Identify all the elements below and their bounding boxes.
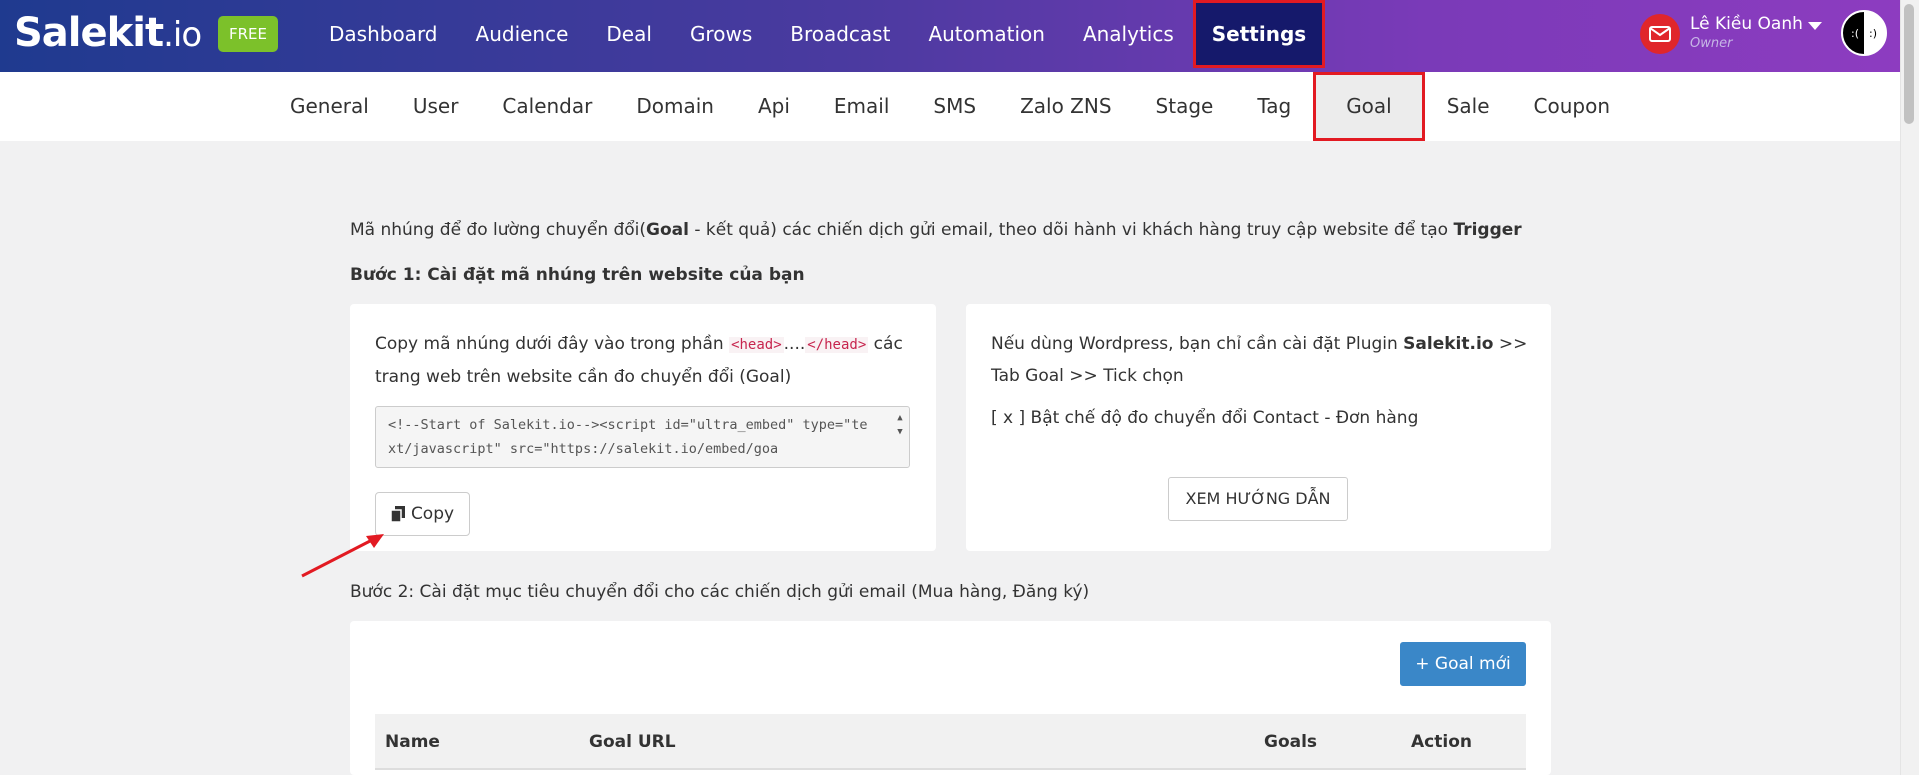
plus-icon: + <box>1415 654 1430 674</box>
user-role: Owner <box>1690 36 1733 51</box>
tab-tag[interactable]: Tag <box>1235 72 1313 141</box>
intro-trigger: Trigger <box>1453 220 1522 240</box>
top-navbar: Salekit.io FREE Dashboard Audience Deal … <box>0 0 1900 72</box>
view-guide-button[interactable]: XEM HƯỚNG DẪN <box>1168 477 1348 521</box>
tab-sms[interactable]: SMS <box>911 72 998 141</box>
tab-domain[interactable]: Domain <box>614 72 736 141</box>
col-goals: Goals <box>1264 732 1318 752</box>
nav-automation[interactable]: Automation <box>909 0 1063 72</box>
textarea-scroll-arrows[interactable]: ▲ ▼ <box>894 411 906 461</box>
goals-card: + Goal mới Name Goal URL Goals Action <box>350 621 1551 775</box>
goal-intro: Mã nhúng để đo lường chuyển đổi(Goal - k… <box>350 220 1522 240</box>
nav-deal[interactable]: Deal <box>587 0 671 72</box>
col-name: Name <box>385 732 440 752</box>
tab-stage[interactable]: Stage <box>1134 72 1236 141</box>
nav-dashboard[interactable]: Dashboard <box>310 0 457 72</box>
wp-plugin-name: Salekit.io <box>1403 334 1494 354</box>
avatar-right-face: :) <box>1869 26 1877 40</box>
intro-text-1: Mã nhúng để đo lường chuyển đổi( <box>350 220 647 240</box>
tab-email[interactable]: Email <box>812 72 912 141</box>
nav-settings[interactable]: Settings <box>1192 0 1326 68</box>
head-close-tag: </head> <box>805 337 869 353</box>
wordpress-card: Nếu dùng Wordpress, bạn chỉ cần cài đặt … <box>966 304 1551 551</box>
tab-sale[interactable]: Sale <box>1425 72 1512 141</box>
tab-zalo-zns[interactable]: Zalo ZNS <box>998 72 1133 141</box>
copy-button[interactable]: Copy <box>375 492 470 536</box>
new-goal-button[interactable]: + Goal mới <box>1400 642 1526 686</box>
avatar[interactable]: :( :) <box>1841 10 1887 56</box>
head-open-tag: <head> <box>729 337 784 353</box>
embed-code-textarea[interactable]: <!--Start of Salekit.io--><script id="ul… <box>375 406 910 468</box>
tab-goal[interactable]: Goal <box>1313 72 1425 141</box>
step1-heading: Bước 1: Cài đặt mã nhúng trên website củ… <box>350 265 805 285</box>
copy-label: Copy <box>410 504 455 524</box>
tab-api[interactable]: Api <box>736 72 812 141</box>
step2-heading: Bước 2: Cài đặt mục tiêu chuyển đổi cho … <box>350 582 1090 602</box>
embed-text-before: Copy mã nhúng dưới đây vào trong phần <box>375 334 730 354</box>
tab-coupon[interactable]: Coupon <box>1512 72 1632 141</box>
avatar-left-face: :( <box>1851 26 1859 40</box>
scrollbar-thumb[interactable] <box>1904 4 1914 124</box>
nav-audience[interactable]: Audience <box>457 0 588 72</box>
intro-goal: Goal <box>646 220 689 240</box>
annotation-arrow <box>301 534 384 578</box>
logo-suffix: .io <box>163 15 202 55</box>
mail-icon[interactable] <box>1640 14 1680 54</box>
nav-grows[interactable]: Grows <box>671 0 771 72</box>
tab-general[interactable]: General <box>268 72 391 141</box>
nav-analytics[interactable]: Analytics <box>1064 0 1193 72</box>
embed-dots: .... <box>783 334 806 354</box>
chevron-down-icon[interactable] <box>1808 22 1822 30</box>
tab-user[interactable]: User <box>391 72 481 141</box>
embed-code: <!--Start of Salekit.io--><script id="ul… <box>388 417 868 457</box>
settings-subnav: General User Calendar Domain Api Email S… <box>0 72 1900 141</box>
col-action: Action <box>1411 732 1472 752</box>
tab-calendar[interactable]: Calendar <box>480 72 614 141</box>
goals-table-header: Name Goal URL Goals Action <box>375 714 1526 770</box>
logo-text: Salekit <box>14 10 164 56</box>
wp-text-before: Nếu dùng Wordpress, bạn chỉ cần cài đặt … <box>991 334 1404 354</box>
nav-broadcast[interactable]: Broadcast <box>771 0 909 72</box>
wordpress-instructions: Nếu dùng Wordpress, bạn chỉ cần cài đặt … <box>991 328 1531 392</box>
intro-text-2: - kết quả) các chiến dịch gửi email, the… <box>688 220 1454 240</box>
copy-icon <box>390 506 405 522</box>
embed-instructions: Copy mã nhúng dưới đây vào trong phần <h… <box>375 328 915 393</box>
user-name: Lê Kiều Oanh <box>1690 14 1803 34</box>
main-nav: Dashboard Audience Deal Grows Broadcast … <box>310 0 1326 72</box>
user-menu[interactable]: Lê Kiều Oanh Owner <box>1640 12 1825 60</box>
plan-badge: FREE <box>218 16 278 52</box>
col-goal-url: Goal URL <box>589 732 676 752</box>
embed-code-card: Copy mã nhúng dưới đây vào trong phần <h… <box>350 304 936 551</box>
new-goal-label: Goal mới <box>1434 654 1511 674</box>
wp-checkbox-text: [ x ] Bật chế độ đo chuyển đổi Contact -… <box>991 408 1419 428</box>
salekit-logo[interactable]: Salekit.io <box>14 10 202 56</box>
